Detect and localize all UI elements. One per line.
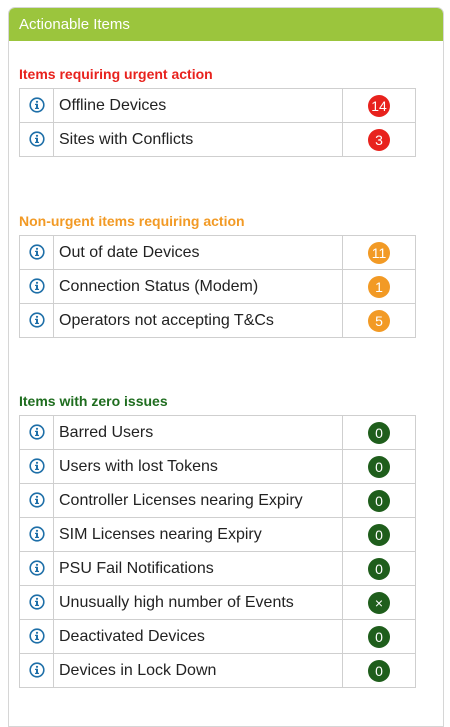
info-icon[interactable] xyxy=(28,628,45,644)
item-label[interactable]: Devices in Lock Down xyxy=(53,653,343,688)
item-label[interactable]: Barred Users xyxy=(53,415,343,450)
info-icon[interactable] xyxy=(28,526,45,542)
item-label[interactable]: PSU Fail Notifications xyxy=(53,551,343,586)
count-badge[interactable]: 0 xyxy=(368,625,390,648)
table-row[interactable]: SIM Licenses nearing Expiry 0 xyxy=(19,517,416,552)
item-label[interactable]: Offline Devices xyxy=(53,88,343,123)
table-row[interactable]: Connection Status (Modem) 1 xyxy=(19,269,416,304)
count-badge[interactable]: 3 xyxy=(368,128,390,151)
count-badge[interactable]: 0 xyxy=(368,523,390,546)
info-icon[interactable] xyxy=(28,662,45,678)
info-icon[interactable] xyxy=(28,492,45,508)
count-badge[interactable]: 0 xyxy=(368,489,390,512)
panel-title: Actionable Items xyxy=(9,8,443,41)
table-row[interactable]: Controller Licenses nearing Expiry 0 xyxy=(19,483,416,518)
urgent-section: Items requiring urgent action Offline De… xyxy=(19,66,416,157)
count-badge[interactable]: 5 xyxy=(368,309,390,332)
item-label[interactable]: Users with lost Tokens xyxy=(53,449,343,484)
table-row[interactable]: PSU Fail Notifications 0 xyxy=(19,551,416,586)
info-icon[interactable] xyxy=(28,594,45,610)
info-icon[interactable] xyxy=(28,278,45,294)
count-badge[interactable]: 0 xyxy=(368,659,390,682)
count-badge[interactable]: 0 xyxy=(368,421,390,444)
nonurgent-section-title: Non-urgent items requiring action xyxy=(19,213,245,229)
item-label[interactable]: Unusually high number of Events xyxy=(53,585,343,620)
nonurgent-items-table: Out of date Devices 11 Connection Status… xyxy=(19,235,416,338)
table-row[interactable]: Deactivated Devices 0 xyxy=(19,619,416,654)
item-label[interactable]: Deactivated Devices xyxy=(53,619,343,654)
item-label[interactable]: Operators not accepting T&Cs xyxy=(53,303,343,338)
info-icon[interactable] xyxy=(28,560,45,576)
item-label[interactable]: Sites with Conflicts xyxy=(53,122,343,157)
info-icon[interactable] xyxy=(28,97,45,113)
table-row[interactable]: Operators not accepting T&Cs 5 xyxy=(19,303,416,338)
info-icon[interactable] xyxy=(28,424,45,440)
table-row[interactable]: Devices in Lock Down 0 xyxy=(19,653,416,688)
table-row[interactable]: Unusually high number of Events × xyxy=(19,585,416,620)
table-row[interactable]: Barred Users 0 xyxy=(19,415,416,450)
count-badge[interactable]: 11 xyxy=(368,241,390,264)
zero-issues-section: Items with zero issues Barred Users 0 Us… xyxy=(19,393,416,688)
info-icon[interactable] xyxy=(28,244,45,260)
info-icon[interactable] xyxy=(28,458,45,474)
item-label[interactable]: Controller Licenses nearing Expiry xyxy=(53,483,343,518)
nonurgent-section: Non-urgent items requiring action Out of… xyxy=(19,213,416,338)
table-row[interactable]: Users with lost Tokens 0 xyxy=(19,449,416,484)
count-badge[interactable]: 1 xyxy=(368,275,390,298)
table-row[interactable]: Out of date Devices 11 xyxy=(19,235,416,270)
table-row[interactable]: Offline Devices 14 xyxy=(19,88,416,123)
count-badge[interactable]: 0 xyxy=(368,557,390,580)
urgent-items-table: Offline Devices 14 Sites with Conflicts … xyxy=(19,88,416,157)
cross-badge-icon[interactable]: × xyxy=(368,591,390,614)
item-label[interactable]: Out of date Devices xyxy=(53,235,343,270)
zero-items-table: Barred Users 0 Users with lost Tokens 0 … xyxy=(19,415,416,688)
urgent-section-title: Items requiring urgent action xyxy=(19,66,213,82)
info-icon[interactable] xyxy=(28,312,45,328)
count-badge[interactable]: 14 xyxy=(368,94,390,117)
count-badge[interactable]: 0 xyxy=(368,455,390,478)
item-label[interactable]: Connection Status (Modem) xyxy=(53,269,343,304)
table-row[interactable]: Sites with Conflicts 3 xyxy=(19,122,416,157)
item-label[interactable]: SIM Licenses nearing Expiry xyxy=(53,517,343,552)
info-icon[interactable] xyxy=(28,131,45,147)
zero-section-title: Items with zero issues xyxy=(19,393,168,409)
